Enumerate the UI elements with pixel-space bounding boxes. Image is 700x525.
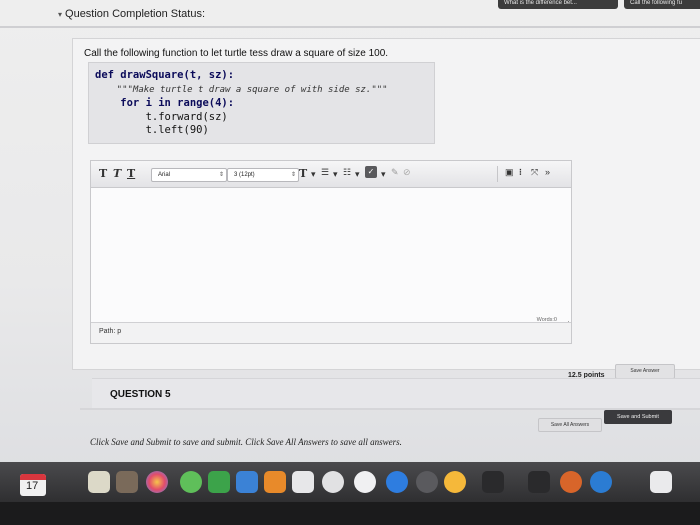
tab-difference[interactable]: What is the difference bet...: [498, 0, 618, 9]
code-block: def drawSquare(t, sz): """Make turtle t …: [88, 62, 435, 144]
spellcheck-icon[interactable]: ✓: [365, 166, 377, 178]
dropdown-icon[interactable]: ▾: [333, 169, 338, 180]
divider: [0, 26, 700, 28]
file-icon[interactable]: [650, 471, 672, 493]
system-preferences-icon[interactable]: [416, 471, 438, 493]
collapse-triangle-icon: ▾: [58, 10, 63, 19]
font-size-value: 3 (12pt): [234, 172, 255, 178]
bluetooth-icon[interactable]: [482, 471, 504, 493]
question-5-title: QUESTION 5: [110, 389, 171, 400]
question-5-card: [92, 378, 700, 409]
path-label: Path: p: [99, 328, 122, 335]
dock: [0, 462, 700, 502]
numbered-list-icon[interactable]: ☷: [343, 167, 351, 178]
font-family-select[interactable]: Arial ⇕: [151, 168, 227, 182]
underline-button[interactable]: T: [127, 167, 135, 180]
music-icon[interactable]: [354, 471, 376, 493]
word-icon[interactable]: [590, 471, 612, 493]
tab-call-function[interactable]: Call the following fu: [624, 0, 700, 9]
calendar-icon[interactable]: 17: [20, 474, 46, 496]
messages-icon[interactable]: [180, 471, 202, 493]
expand-chevron-icon[interactable]: »: [545, 167, 550, 177]
font-size-select[interactable]: 3 (12pt) ⇕: [227, 168, 299, 182]
code-line-3: for i in range(4):: [95, 97, 235, 109]
answer-editor: T T T Arial ⇕ 3 (12pt) ⇕ T ▾ ☰ ▾ ☷ ▾ ✓ ▾…: [90, 160, 572, 344]
fullscreen-icon[interactable]: ⤧: [531, 167, 538, 178]
chrome-icon[interactable]: [444, 471, 466, 493]
save-and-submit-button[interactable]: Save and Submit: [604, 410, 672, 424]
code-line-2: """Make turtle t draw a square of with s…: [95, 85, 388, 95]
calendar-day: 17: [26, 480, 39, 492]
facetime-icon[interactable]: [208, 471, 230, 493]
photos-app-icon[interactable]: [116, 471, 138, 493]
select-arrow-icon: ⇕: [290, 172, 296, 178]
select-arrow-icon: ⇕: [218, 172, 224, 178]
numbers-icon[interactable]: [264, 471, 286, 493]
finder-pin-icon[interactable]: [528, 471, 550, 493]
browser-tabs: What is the difference bet... Call the f…: [420, 0, 700, 10]
editor-text-area[interactable]: [91, 188, 571, 316]
block-icon[interactable]: [322, 471, 344, 493]
unlink-icon[interactable]: ⊘: [403, 167, 411, 178]
keynote-icon[interactable]: [236, 471, 258, 493]
powerpoint-icon[interactable]: [560, 471, 582, 493]
dropdown-icon[interactable]: ▾: [311, 169, 316, 180]
save-all-answers-button[interactable]: Save All Answers: [538, 418, 602, 432]
pages-icon[interactable]: [292, 471, 314, 493]
find-icon[interactable]: ▣: [505, 167, 514, 178]
screen: What is the difference bet... Call the f…: [0, 0, 700, 470]
link-icon[interactable]: ✎: [391, 167, 399, 178]
footer-instruction: Click Save and Submit to save and submit…: [90, 437, 402, 447]
save-answer-button[interactable]: Save Answer: [615, 364, 675, 379]
screen-bezel: [0, 502, 700, 525]
bold-button[interactable]: T: [99, 167, 107, 180]
dropdown-icon[interactable]: ▾: [381, 169, 386, 180]
font-family-value: Arial: [158, 172, 171, 178]
italic-button[interactable]: T: [113, 167, 121, 180]
code-line-5: t.left(90): [95, 124, 209, 136]
completion-status[interactable]: ▾ Question Completion Status:: [58, 8, 205, 20]
toolbar-separator: [497, 166, 498, 182]
text-color-button[interactable]: T: [299, 167, 307, 180]
path-bar: Path: p: [91, 322, 571, 343]
notes-icon[interactable]: [88, 471, 110, 493]
status-label: Question Completion Status:: [65, 8, 206, 20]
editor-toolbar: T T T Arial ⇕ 3 (12pt) ⇕ T ▾ ☰ ▾ ☷ ▾ ✓ ▾…: [91, 161, 571, 188]
app-store-icon[interactable]: [386, 471, 408, 493]
code-line-1: def drawSquare(t, sz):: [95, 69, 235, 81]
code-line-4: t.forward(sz): [95, 111, 228, 123]
bullet-list-icon[interactable]: ☰: [321, 167, 329, 178]
more-icon[interactable]: ⁝: [519, 167, 522, 178]
photos-icon[interactable]: [146, 471, 168, 493]
question-prompt: Call the following function to let turtl…: [84, 48, 389, 59]
dropdown-icon[interactable]: ▾: [355, 169, 360, 180]
